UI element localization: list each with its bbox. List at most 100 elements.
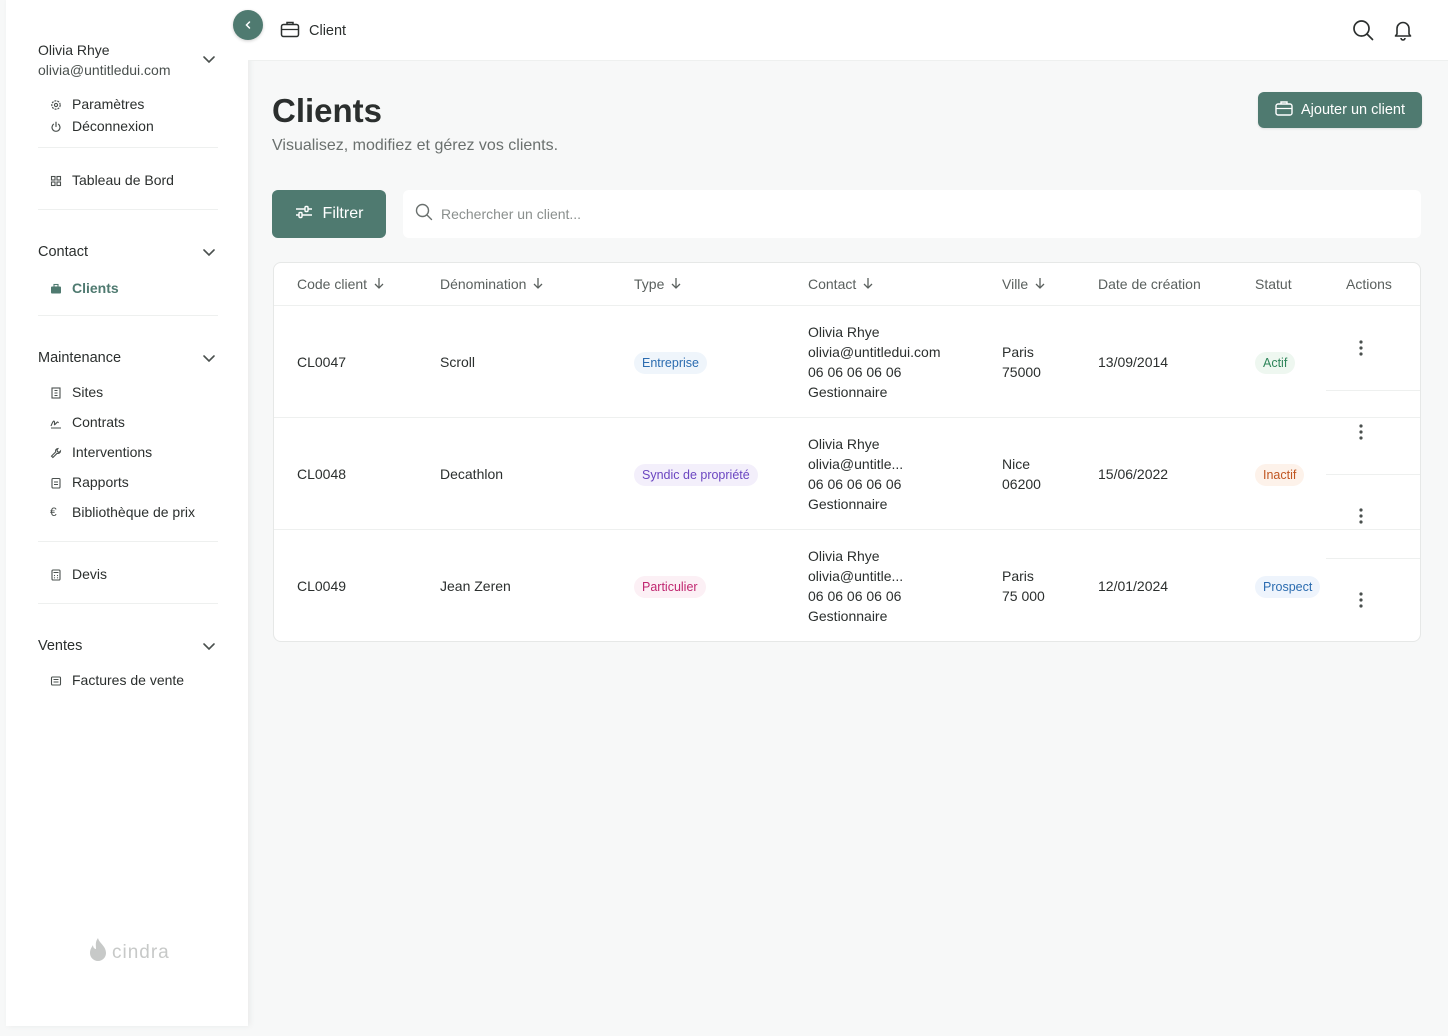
- sidebar-item-rapports[interactable]: Rapports: [50, 472, 129, 492]
- search-bar: [403, 190, 1421, 238]
- sidebar-item-sites[interactable]: Sites: [50, 382, 103, 402]
- cell-contact: Olivia Rhye olivia@untitle... 06 06 06 0…: [808, 546, 903, 626]
- type-badge: Entreprise: [634, 352, 707, 374]
- table-row[interactable]: CL0049 Jean Zeren Particulier Olivia Rhy…: [274, 530, 1420, 641]
- column-header-denomination[interactable]: Dénomination: [440, 276, 544, 292]
- contact-name: Olivia Rhye: [808, 436, 880, 452]
- chevron-down-icon[interactable]: [202, 639, 216, 658]
- column-header-type[interactable]: Type: [634, 276, 682, 292]
- city-zip: 75000: [1002, 364, 1041, 380]
- logo-text: cindra: [112, 942, 170, 963]
- arrow-down-icon: [1034, 276, 1046, 292]
- filter-label: Filtrer: [322, 205, 364, 222]
- section-title-ventes[interactable]: Ventes: [38, 636, 82, 656]
- contact-role: Gestionnaire: [808, 496, 888, 512]
- contact-phone: 06 06 06 06 06: [808, 364, 902, 380]
- cell-code: CL0049: [297, 578, 347, 594]
- cell-code: CL0048: [297, 466, 347, 482]
- column-label: Type: [634, 276, 665, 292]
- sidebar-item-bibliotheque-de-prix[interactable]: € Bibliothèque de prix: [50, 502, 195, 522]
- more-vertical-icon[interactable]: [1351, 338, 1371, 358]
- wrench-icon: [50, 446, 62, 459]
- arrow-down-icon: [373, 276, 385, 292]
- gear-icon: [50, 98, 62, 110]
- chevron-down-icon[interactable]: [202, 245, 216, 264]
- sidebar-item-factures-de-vente[interactable]: Factures de vente: [50, 670, 184, 690]
- more-vertical-icon[interactable]: [1351, 506, 1371, 526]
- more-vertical-icon[interactable]: [1351, 422, 1371, 442]
- sidebar-item-contrats[interactable]: Contrats: [50, 412, 125, 432]
- bell-icon[interactable]: [1392, 19, 1414, 46]
- page-title: Clients: [272, 92, 383, 129]
- grid-icon: [50, 174, 62, 187]
- divider: [38, 209, 218, 210]
- sidebar-item-devis[interactable]: Devis: [50, 564, 107, 584]
- cell-date: 15/06/2022: [1098, 466, 1169, 482]
- search-input[interactable]: [441, 206, 1341, 222]
- status-badge: Inactif: [1255, 464, 1305, 486]
- sidebar-item-label: Interventions: [72, 444, 153, 460]
- invoice-icon: [50, 674, 62, 686]
- app-logo: cindra: [86, 936, 170, 970]
- cell-contact: Olivia Rhye olivia@untitle... 06 06 06 0…: [808, 434, 903, 514]
- table-row[interactable]: CL0047 Scroll Entreprise Olivia Rhye oli…: [274, 306, 1420, 418]
- column-label: Contact: [808, 276, 857, 292]
- filter-button[interactable]: Filtrer: [272, 190, 386, 238]
- divider: [1326, 474, 1420, 475]
- briefcase-icon: [50, 282, 62, 294]
- chevron-left-icon: [243, 17, 253, 33]
- contact-email: olivia@untitledui.com: [808, 344, 941, 360]
- menu-item-parametres[interactable]: Paramètres: [50, 94, 144, 114]
- add-client-label: Ajouter un client: [1301, 102, 1405, 118]
- column-label: Dénomination: [440, 276, 527, 292]
- breadcrumb-label[interactable]: Client: [309, 23, 346, 39]
- column-header-date[interactable]: Date de création: [1098, 276, 1201, 292]
- contact-name: Olivia Rhye: [808, 324, 880, 340]
- divider: [38, 147, 218, 148]
- briefcase-icon: [280, 20, 309, 42]
- menu-item-label: Paramètres: [72, 96, 145, 112]
- user-profile[interactable]: Olivia Rhye olivia@untitledui.com: [38, 40, 218, 80]
- sidebar-item-interventions[interactable]: Interventions: [50, 442, 152, 462]
- sidebar-item-clients[interactable]: Clients: [50, 278, 119, 298]
- top-actions: [1352, 19, 1414, 46]
- cell-city: Paris 75 000: [1002, 566, 1045, 606]
- column-header-actions: Actions: [1346, 276, 1392, 292]
- column-header-code[interactable]: Code client: [297, 276, 385, 292]
- sliders-icon: [295, 205, 313, 224]
- cell-contact: Olivia Rhye olivia@untitledui.com 06 06 …: [808, 322, 941, 402]
- type-badge: Syndic de propriété: [634, 464, 758, 486]
- cell-code: CL0047: [297, 354, 347, 370]
- column-header-statut[interactable]: Statut: [1255, 276, 1292, 292]
- cell-date: 13/09/2014: [1098, 354, 1169, 370]
- city-name: Paris: [1002, 344, 1034, 360]
- chevron-down-icon[interactable]: [202, 351, 216, 370]
- clients-table: Code client Dénomination Type Contact Vi…: [273, 262, 1421, 642]
- search-icon[interactable]: [1352, 19, 1374, 46]
- cell-name: Scroll: [440, 354, 476, 370]
- section-title-maintenance[interactable]: Maintenance: [38, 348, 121, 368]
- contact-phone: 06 06 06 06 06: [808, 476, 902, 492]
- table-row[interactable]: CL0048 Decathlon Syndic de propriété Oli…: [274, 418, 1420, 530]
- cell-name: Decathlon: [440, 466, 504, 482]
- contact-role: Gestionnaire: [808, 608, 888, 624]
- chevron-down-icon[interactable]: [202, 52, 216, 71]
- menu-item-deconnexion[interactable]: Déconnexion: [50, 116, 154, 136]
- arrow-down-icon: [862, 276, 874, 292]
- more-vertical-icon[interactable]: [1351, 590, 1371, 610]
- city-zip: 75 000: [1002, 588, 1045, 604]
- column-header-contact[interactable]: Contact: [808, 276, 874, 292]
- euro-icon: €: [50, 505, 57, 519]
- flame-icon: [86, 936, 110, 970]
- section-title-contact[interactable]: Contact: [38, 242, 88, 262]
- power-icon: [50, 120, 62, 132]
- collapse-sidebar-button[interactable]: [233, 10, 263, 40]
- add-client-button[interactable]: Ajouter un client: [1258, 92, 1422, 128]
- column-header-ville[interactable]: Ville: [1002, 276, 1046, 292]
- calculator-icon: [50, 568, 62, 581]
- divider: [38, 541, 218, 542]
- menu-item-label: Déconnexion: [72, 118, 154, 134]
- sidebar-item-tableau-de-bord[interactable]: Tableau de Bord: [50, 170, 174, 190]
- sidebar-item-label: Bibliothèque de prix: [72, 504, 195, 520]
- clipboard-icon: [50, 476, 62, 489]
